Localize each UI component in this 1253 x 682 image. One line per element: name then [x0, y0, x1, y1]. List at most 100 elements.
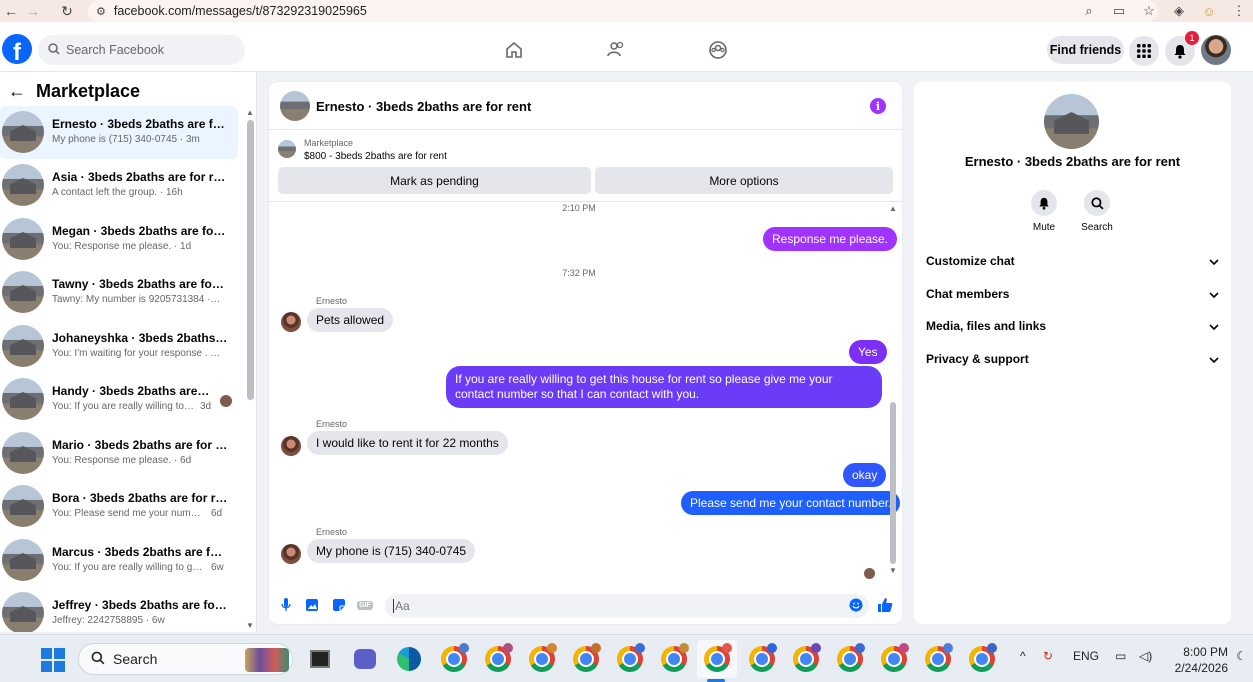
chrome-profile-icon[interactable]: [573, 643, 601, 672]
conversation-item[interactable]: Bora · 3beds 2baths are for rent You: Pl…: [0, 480, 238, 533]
network-warning-icon[interactable]: ↻: [1043, 649, 1053, 663]
scroll-down-arrow-icon[interactable]: ▼: [889, 566, 897, 575]
conversation-item[interactable]: Marcus · 3beds 2baths are for re... You:…: [0, 534, 238, 587]
info-icon[interactable]: i: [870, 98, 886, 114]
facebook-logo[interactable]: f: [2, 34, 32, 64]
message-bubble-incoming[interactable]: Pets allowed: [307, 308, 394, 332]
mute-button[interactable]: Mute: [1019, 190, 1069, 233]
message-bubble-outgoing[interactable]: If you are really willing to get this ho…: [446, 366, 882, 408]
message-bubble-outgoing[interactable]: Response me please.: [763, 227, 898, 251]
volume-icon[interactable]: ◁): [1139, 649, 1152, 663]
scroll-up-arrow-icon[interactable]: ▲: [889, 204, 897, 213]
listing-price[interactable]: $800 - 3beds 2baths are for rent: [304, 151, 447, 162]
conversation-item[interactable]: Handy · 3beds 2baths are for ... You: If…: [0, 373, 238, 426]
find-friends-button[interactable]: Find friends: [1047, 36, 1124, 64]
microphone-icon[interactable]: [278, 597, 294, 613]
chat-title[interactable]: Ernesto · 3beds 2baths are for rent: [316, 99, 531, 114]
bookmark-star-icon[interactable]: ☆: [1141, 3, 1157, 19]
back-arrow-icon[interactable]: ←: [0, 0, 22, 22]
chrome-profile-icon[interactable]: [529, 643, 557, 672]
windows-start-icon[interactable]: [41, 648, 65, 672]
address-bar[interactable]: ⚙ facebook.com/messages/t/87329231902596…: [88, 0, 1158, 22]
scroll-up-arrow-icon[interactable]: ▲: [246, 108, 254, 117]
teams-meet-icon[interactable]: [352, 646, 378, 672]
conversation-item[interactable]: Asia · 3beds 2baths are for rent A conta…: [0, 159, 238, 212]
chrome-profile-icon[interactable]: [881, 643, 909, 672]
chrome-profile-icon[interactable]: [485, 643, 513, 672]
zoom-icon[interactable]: ⌕: [1081, 3, 1097, 19]
conversation-item[interactable]: Ernesto · 3beds 2baths are for r... My p…: [0, 106, 238, 159]
message-bubble-incoming[interactable]: I would like to rent it for 22 months: [307, 431, 508, 455]
customize-chat-row[interactable]: Customize chat: [926, 251, 1219, 271]
chrome-profile-icon[interactable]: [661, 643, 689, 672]
chevron-up-icon[interactable]: ^: [1020, 649, 1026, 663]
chat-scrollbar[interactable]: [890, 402, 896, 564]
chat-members-row[interactable]: Chat members: [926, 284, 1219, 304]
conversation-item[interactable]: Mario · 3beds 2baths are for rent You: R…: [0, 427, 238, 480]
chrome-profile-icon[interactable]: [837, 643, 865, 672]
chrome-profile-icon[interactable]: [793, 643, 821, 672]
taskbar-search-box[interactable]: Search: [78, 643, 293, 675]
conversation-item[interactable]: Megan · 3beds 2baths are for rent You: R…: [0, 213, 238, 266]
sender-avatar[interactable]: [281, 544, 301, 564]
message-bubble-outgoing[interactable]: okay: [843, 463, 887, 487]
file-manager-icon[interactable]: [307, 646, 333, 672]
sticker-icon[interactable]: [331, 597, 347, 613]
message-bubble-outgoing[interactable]: Please send me your contact number.: [681, 491, 901, 515]
mark-as-pending-button[interactable]: Mark as pending: [278, 167, 591, 194]
listing-photo[interactable]: [1044, 94, 1099, 149]
privacy-support-row[interactable]: Privacy & support: [926, 349, 1219, 369]
display-icon[interactable]: ▭: [1115, 649, 1126, 663]
emoji-icon[interactable]: [848, 597, 864, 613]
conversation-item[interactable]: Jeffrey · 3beds 2baths are for rent Jeff…: [0, 587, 238, 632]
system-clock[interactable]: 8:00 PM 2/24/2026: [1170, 644, 1228, 676]
sender-avatar[interactable]: [281, 312, 301, 332]
search-facebook-input[interactable]: Search Facebook: [38, 35, 245, 65]
gif-icon[interactable]: GIF: [357, 597, 373, 613]
chrome-profile-icon[interactable]: [925, 643, 953, 672]
media-files-links-row[interactable]: Media, files and links: [926, 316, 1219, 336]
cast-icon[interactable]: ▭: [1111, 3, 1127, 19]
home-icon[interactable]: [502, 38, 526, 62]
menu-dots-icon[interactable]: ⋮: [1231, 3, 1247, 19]
message-input[interactable]: [385, 594, 869, 618]
conversation-name: Tawny · 3beds 2baths are for rent: [52, 277, 228, 291]
notification-moon-icon[interactable]: ☾: [1236, 649, 1247, 663]
site-info-icon[interactable]: ⚙: [96, 5, 106, 18]
conversation-item[interactable]: Johaneyshka · 3beds 2baths are ... You: …: [0, 320, 238, 373]
forward-arrow-icon[interactable]: →: [22, 0, 44, 22]
edge-browser-icon[interactable]: [396, 646, 422, 672]
message-bubble-outgoing[interactable]: Yes: [849, 340, 887, 364]
chrome-profile-icon[interactable]: [749, 643, 777, 672]
language-indicator[interactable]: ENG: [1073, 649, 1099, 663]
conversation-name: Bora · 3beds 2baths are for rent: [52, 491, 228, 505]
friends-icon[interactable]: [604, 38, 628, 62]
extensions-icon[interactable]: ◈: [1171, 3, 1187, 19]
chat-thumbnail[interactable]: [280, 91, 310, 121]
thumbs-up-icon[interactable]: [877, 597, 893, 613]
reload-icon[interactable]: ↻: [56, 0, 78, 22]
message-text-field[interactable]: [393, 599, 833, 613]
back-arrow-icon[interactable]: ←: [8, 81, 26, 102]
listing-thumbnail[interactable]: [278, 140, 296, 158]
profile-icon[interactable]: ☺: [1201, 3, 1217, 19]
message-bubble-incoming[interactable]: My phone is (715) 340-0745: [307, 539, 476, 563]
more-options-button[interactable]: More options: [595, 167, 893, 194]
sidebar-scrollbar[interactable]: [247, 120, 254, 400]
scroll-down-arrow-icon[interactable]: ▼: [246, 621, 254, 630]
groups-icon[interactable]: [706, 38, 730, 62]
sender-avatar[interactable]: [281, 436, 301, 456]
windows-taskbar: Search ^ ↻ ENG ▭ ◁) 8:00 PM 2/24/2026 ☾: [0, 634, 1253, 682]
listing-thumbnail: [2, 432, 44, 474]
listing-thumbnail: [2, 111, 44, 153]
chrome-profile-icon[interactable]: [969, 643, 997, 672]
chrome-profile-icon[interactable]: [441, 643, 469, 672]
conversation-item[interactable]: Tawny · 3beds 2baths are for rent Tawny:…: [0, 266, 238, 319]
search-in-chat-button[interactable]: Search: [1072, 190, 1122, 233]
photo-icon[interactable]: [304, 597, 320, 613]
chrome-profile-icon[interactable]: [617, 643, 645, 672]
chrome-profile-icon[interactable]: [704, 643, 732, 672]
menu-grid-icon[interactable]: [1129, 36, 1159, 66]
account-avatar[interactable]: [1201, 35, 1231, 65]
taskbar-search-label: Search: [113, 651, 158, 667]
